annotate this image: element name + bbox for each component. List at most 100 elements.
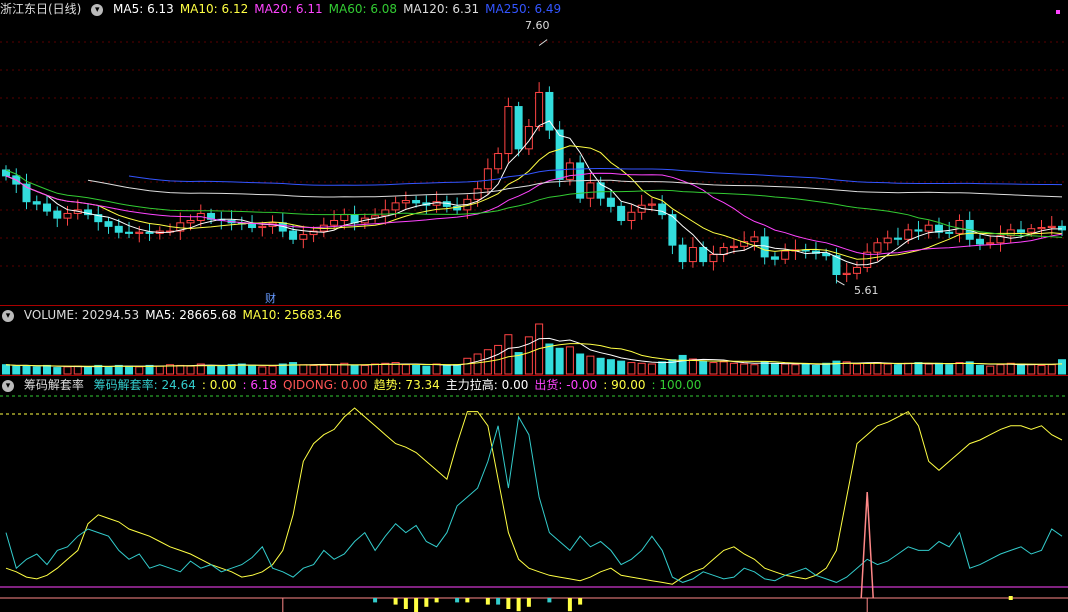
volume-bar <box>360 364 369 375</box>
candle-body <box>586 182 595 199</box>
candle-body <box>350 214 359 224</box>
candle-body <box>699 246 708 263</box>
volume-bar <box>453 364 462 375</box>
histogram-bar <box>424 598 429 607</box>
candle-body <box>555 129 564 180</box>
histogram-bar <box>1008 596 1013 600</box>
candle-body <box>535 91 544 128</box>
price-pane[interactable]: 浙江东日(日线) ▾ MA5: 6.13 MA10: 6.12 MA20: 6.11… <box>0 0 1068 306</box>
volume-bar <box>63 366 72 375</box>
histogram-bar <box>496 598 501 605</box>
volume-bar <box>606 359 615 375</box>
candle-body <box>494 153 503 170</box>
volume-bar <box>53 367 62 375</box>
candle-body <box>135 231 144 234</box>
volume-bar <box>883 363 892 375</box>
volume-bar <box>32 366 41 375</box>
candle-body <box>729 245 738 248</box>
candle-body <box>852 266 861 274</box>
volume-bar <box>893 364 902 375</box>
volume-bar <box>688 358 697 375</box>
event-marker-label[interactable]: 财 <box>265 290 276 306</box>
candle-body <box>381 209 390 217</box>
histogram-bar <box>373 598 378 603</box>
candle-body <box>986 242 995 245</box>
volume-bar <box>596 357 605 375</box>
volume-bar <box>975 364 984 375</box>
candle-body <box>248 223 257 229</box>
high-pointer <box>538 39 548 46</box>
ma10-line <box>5 145 1063 260</box>
volume-bar <box>22 364 31 375</box>
volume-bar <box>555 347 564 375</box>
volume-bar <box>750 364 759 375</box>
volume-bar <box>412 364 421 375</box>
candle-body <box>401 200 410 204</box>
candle-body <box>842 272 851 276</box>
volume-bar <box>2 364 10 375</box>
volume-bar <box>227 364 236 375</box>
histogram-bar <box>526 598 531 607</box>
histogram-bar <box>567 598 572 612</box>
candle-body <box>781 250 790 260</box>
volume-bar <box>740 363 749 375</box>
candle-body <box>514 106 523 150</box>
candle-body <box>565 162 574 180</box>
vol-ma10-line <box>5 343 1063 367</box>
indicator-chart[interactable] <box>0 376 1068 612</box>
candle-body <box>606 197 615 207</box>
candle-body <box>32 201 41 205</box>
volume-bar <box>73 365 82 375</box>
volume-bar <box>781 363 790 375</box>
volume-bar <box>811 364 820 375</box>
candle-body <box>391 202 400 211</box>
indicator-pane[interactable]: ▾ 筹码解套率 筹码解套率: 24.64: 0.00: 6.18 QIDONG: … <box>0 376 1068 612</box>
qidong-spike <box>860 491 874 599</box>
volume-bar <box>155 365 164 375</box>
volume-bar <box>1058 359 1066 375</box>
volume-bar <box>729 362 738 375</box>
volume-bar <box>637 362 646 375</box>
volume-bar <box>709 362 718 375</box>
histogram-bar <box>506 598 511 609</box>
candle-body <box>770 256 779 260</box>
volume-chart[interactable] <box>0 306 1068 376</box>
candle-body <box>483 168 492 190</box>
volume-bar <box>647 363 656 375</box>
candle-body <box>63 212 72 219</box>
candle-body <box>678 244 687 263</box>
histogram-bar <box>434 598 439 603</box>
candle-body <box>904 229 913 240</box>
volume-bar <box>678 354 687 375</box>
candle-body <box>504 106 513 155</box>
histogram-bar <box>403 598 408 609</box>
volume-bar <box>135 366 144 375</box>
price-chart[interactable] <box>0 0 1068 306</box>
histogram-bar <box>465 598 470 603</box>
ma120-line <box>87 179 1063 198</box>
volume-bar <box>955 362 964 375</box>
volume-bar <box>299 364 308 375</box>
volume-bar <box>699 360 708 375</box>
candle-body <box>330 219 339 226</box>
volume-bar <box>350 364 359 375</box>
trend-line <box>5 407 1063 585</box>
volume-bar <box>658 361 667 375</box>
vol-ma5-line <box>5 337 1063 368</box>
volume-bar <box>617 360 626 375</box>
volume-bar <box>401 364 410 375</box>
volume-bar <box>852 363 861 375</box>
candle-body <box>975 238 984 245</box>
volume-bar <box>84 366 93 375</box>
volume-bar <box>996 364 1005 375</box>
volume-bar <box>432 363 441 375</box>
candle-body <box>1016 229 1025 233</box>
volume-bar <box>207 364 216 375</box>
volume-pane[interactable]: ▾ VOLUME: 20294.53 MA5: 28665.68 MA10: 256… <box>0 306 1068 376</box>
volume-bar <box>176 364 185 375</box>
volume-bar <box>268 365 277 375</box>
volume-bar <box>719 361 728 375</box>
candle-body <box>104 221 113 227</box>
volume-bar <box>186 365 195 375</box>
volume-bar <box>248 364 257 375</box>
